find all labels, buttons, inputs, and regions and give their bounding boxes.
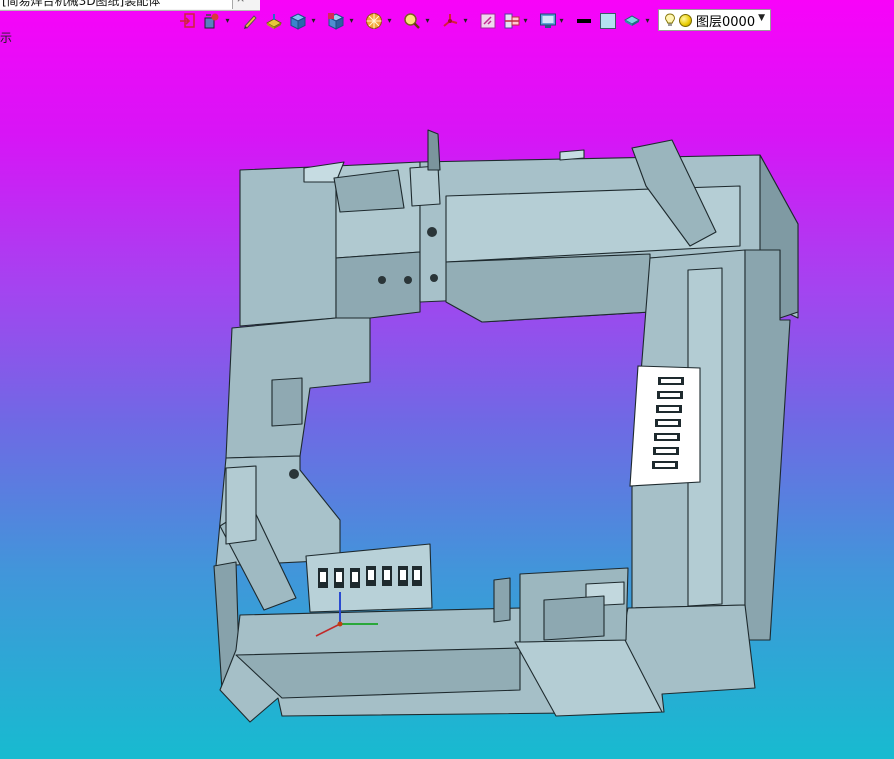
chevron-down-icon[interactable]: ▾	[224, 16, 231, 26]
chevron-down-icon[interactable]: ▾	[386, 16, 393, 26]
assembly-model[interactable]	[0, 36, 894, 759]
chevron-down-icon[interactable]: ▾	[424, 16, 431, 26]
layer-select[interactable]: 图层0000 ▼	[658, 9, 771, 31]
tab-close-icon[interactable]: ×	[236, 0, 245, 5]
chevron-down-icon[interactable]: ▾	[522, 16, 529, 26]
heads-up-view-toolbar: ▾ ▾ ▾ ▾ ▾ ▾ ▾ ▾ ▾ 图层0000 ▼	[176, 8, 776, 34]
fill-color-icon[interactable]	[598, 11, 618, 31]
appearance-icon[interactable]	[622, 11, 642, 31]
chevron-down-icon[interactable]: ▾	[462, 16, 469, 26]
extrude-icon[interactable]	[264, 11, 284, 31]
dimension-icon[interactable]	[202, 11, 222, 31]
control-panel-right	[629, 365, 701, 487]
section-icon[interactable]	[478, 11, 498, 31]
chevron-down-icon[interactable]: ▼	[758, 13, 765, 23]
line-color-icon[interactable]	[574, 11, 594, 31]
chevron-down-icon[interactable]: ▾	[644, 16, 651, 26]
triad-icon[interactable]	[440, 11, 460, 31]
exit-sketch-icon[interactable]	[178, 11, 198, 31]
layer-name: 图层0000	[696, 14, 756, 30]
zoom-icon[interactable]	[402, 11, 422, 31]
orientation-icon[interactable]	[326, 11, 346, 31]
lightbulb-icon[interactable]	[664, 13, 676, 27]
hide-show-icon[interactable]	[502, 11, 522, 31]
chevron-down-icon[interactable]: ▾	[558, 16, 565, 26]
graphics-area[interactable]	[0, 36, 894, 759]
chevron-down-icon[interactable]: ▾	[310, 16, 317, 26]
cube-icon[interactable]	[288, 11, 308, 31]
pencil-icon[interactable]	[240, 11, 260, 31]
layer-dot-icon	[679, 13, 692, 27]
monitor-icon[interactable]	[538, 11, 558, 31]
chevron-down-icon[interactable]: ▾	[348, 16, 355, 26]
display-style-icon[interactable]	[364, 11, 384, 31]
